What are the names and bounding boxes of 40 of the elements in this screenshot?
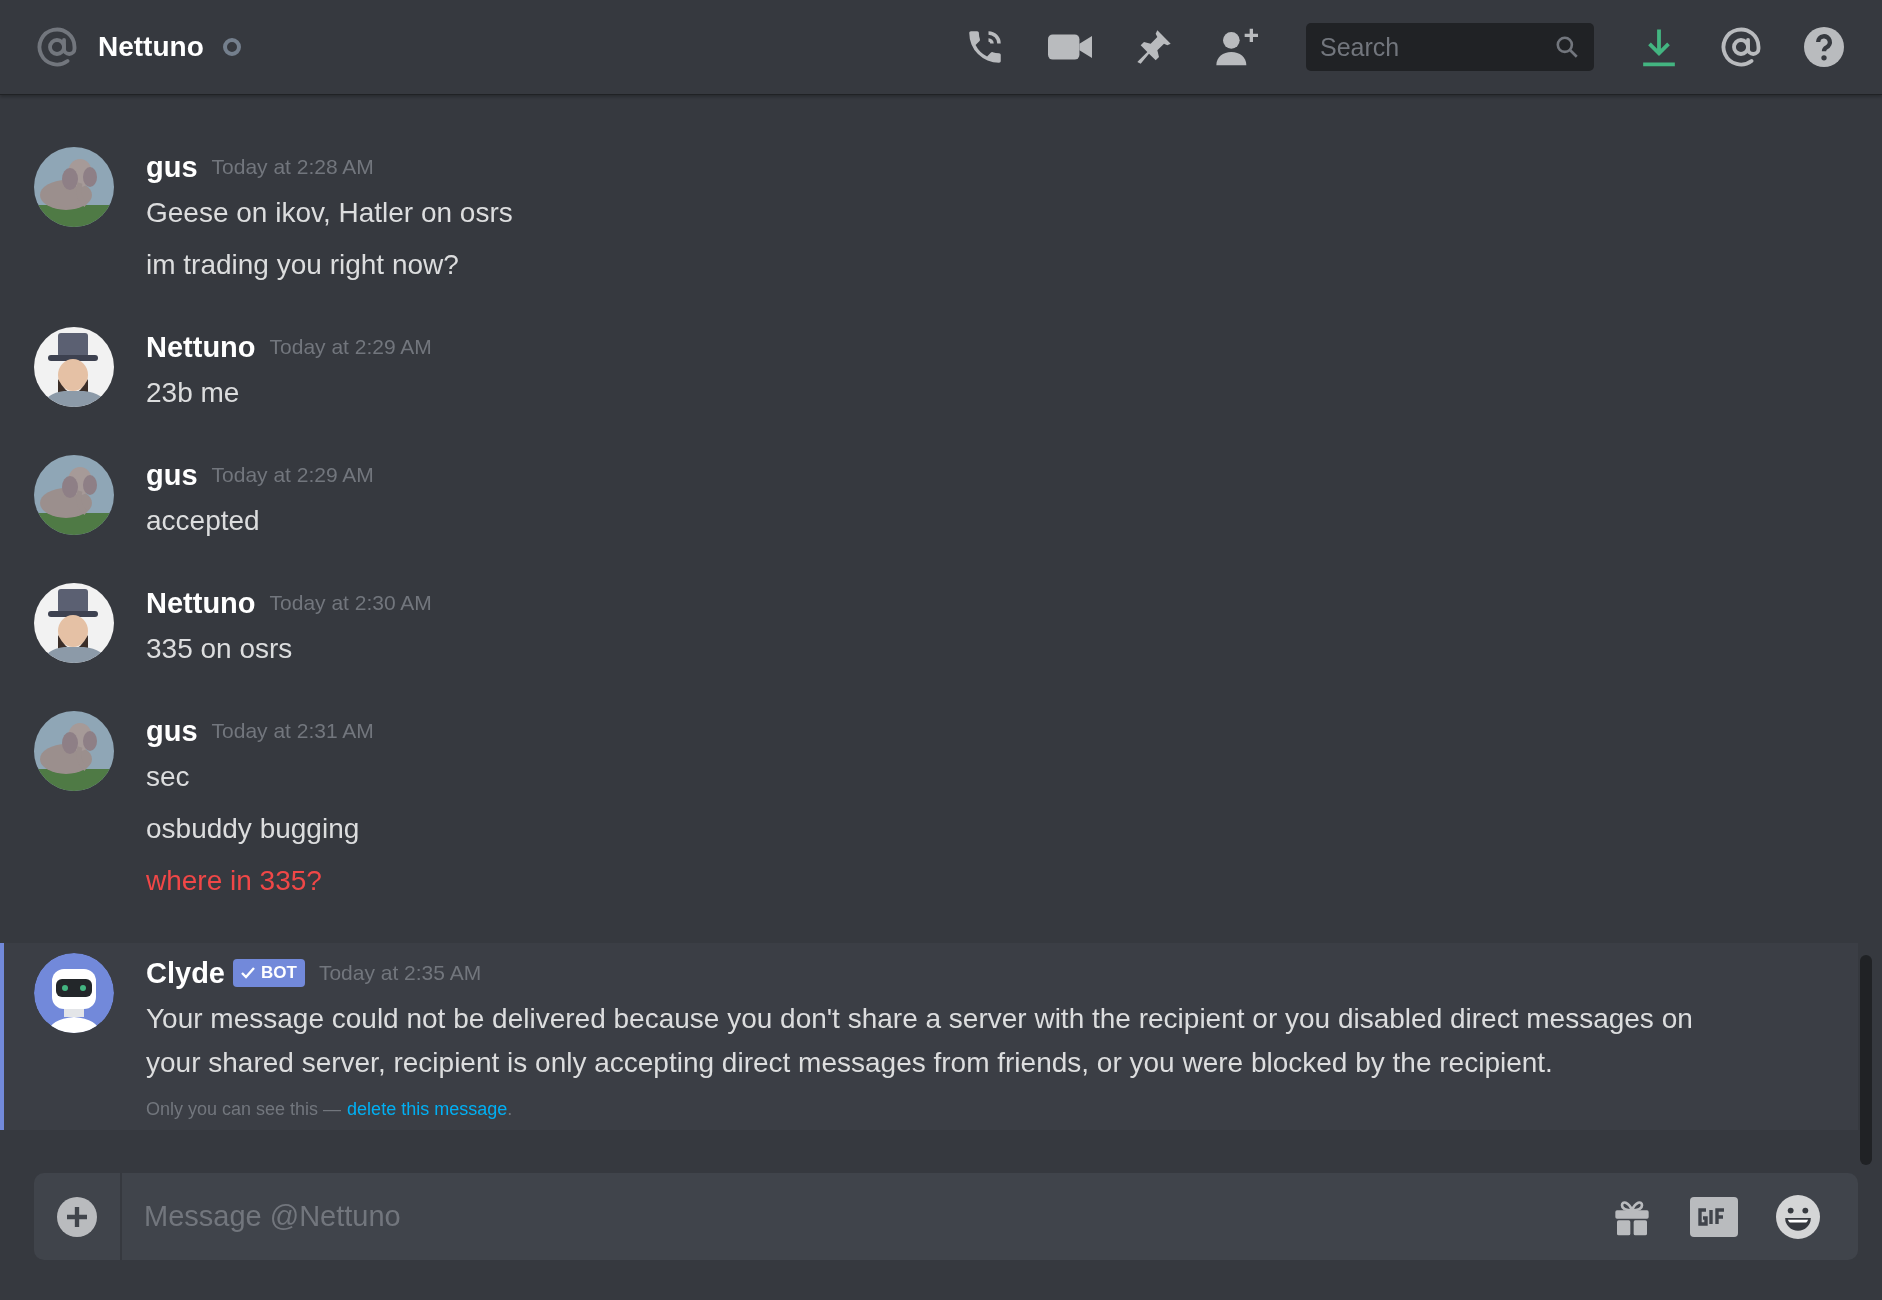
message-text: 23b me bbox=[146, 376, 241, 410]
smiley-icon[interactable] bbox=[1776, 1194, 1820, 1239]
message-text: Your message could not be delivered because you don't share a server with the recipient or you disabled direct messages on your shared server, recipient is only accepting direct messages from friends, or you were blocked by the recipient. bbox=[146, 1002, 1694, 1080]
message-timestamp: Today at 2:29 AM bbox=[211, 463, 374, 487]
plus-icon bbox=[57, 1196, 97, 1237]
mentions-icon[interactable] bbox=[1720, 26, 1762, 68]
message-text: 335 on osrs bbox=[146, 632, 294, 666]
add-user-icon[interactable] bbox=[1216, 27, 1260, 67]
search-icon bbox=[1554, 34, 1580, 60]
author-name[interactable]: Nettuno bbox=[146, 586, 256, 620]
search-field[interactable]: Search bbox=[1306, 23, 1594, 71]
ephemeral-note: Only you can see this — bbox=[146, 1099, 342, 1120]
message-text: osbuddy bugging bbox=[146, 812, 361, 846]
search-input[interactable]: Search bbox=[1318, 31, 1554, 63]
robot-avatar-icon bbox=[34, 953, 114, 1033]
message-text: sec bbox=[146, 760, 191, 794]
channel-title: Nettuno bbox=[98, 31, 204, 63]
scrollbar-thumb[interactable] bbox=[1860, 955, 1872, 1165]
video-camera-icon[interactable] bbox=[1048, 31, 1092, 63]
message-timestamp: Today at 2:30 AM bbox=[269, 591, 432, 615]
message-text: Geese on ikov, Hatler on osrs bbox=[146, 196, 514, 230]
author-name[interactable]: gus bbox=[146, 458, 198, 492]
message-text: accepted bbox=[146, 504, 261, 538]
author-name[interactable]: gus bbox=[146, 150, 198, 184]
delete-message-link[interactable]: delete this message bbox=[347, 1099, 508, 1119]
author-name[interactable]: gus bbox=[146, 714, 198, 748]
author-name[interactable]: Clyde bbox=[146, 956, 225, 990]
gif-icon[interactable] bbox=[1690, 1196, 1738, 1237]
author-name[interactable]: Nettuno bbox=[146, 330, 256, 364]
help-icon[interactable] bbox=[1804, 27, 1844, 67]
bot-label: BOT bbox=[261, 963, 297, 983]
note-period: . bbox=[507, 1099, 513, 1119]
message-timestamp: Today at 2:28 AM bbox=[211, 155, 374, 179]
at-sign-icon bbox=[36, 26, 78, 68]
message-text: im trading you right now? bbox=[146, 248, 460, 282]
checkmark-icon bbox=[241, 967, 255, 979]
message-text: where in 335? bbox=[146, 864, 323, 898]
message-timestamp: Today at 2:29 AM bbox=[269, 335, 432, 359]
message-timestamp: Today at 2:31 AM bbox=[211, 719, 374, 743]
message-timestamp: Today at 2:35 AM bbox=[318, 961, 482, 985]
